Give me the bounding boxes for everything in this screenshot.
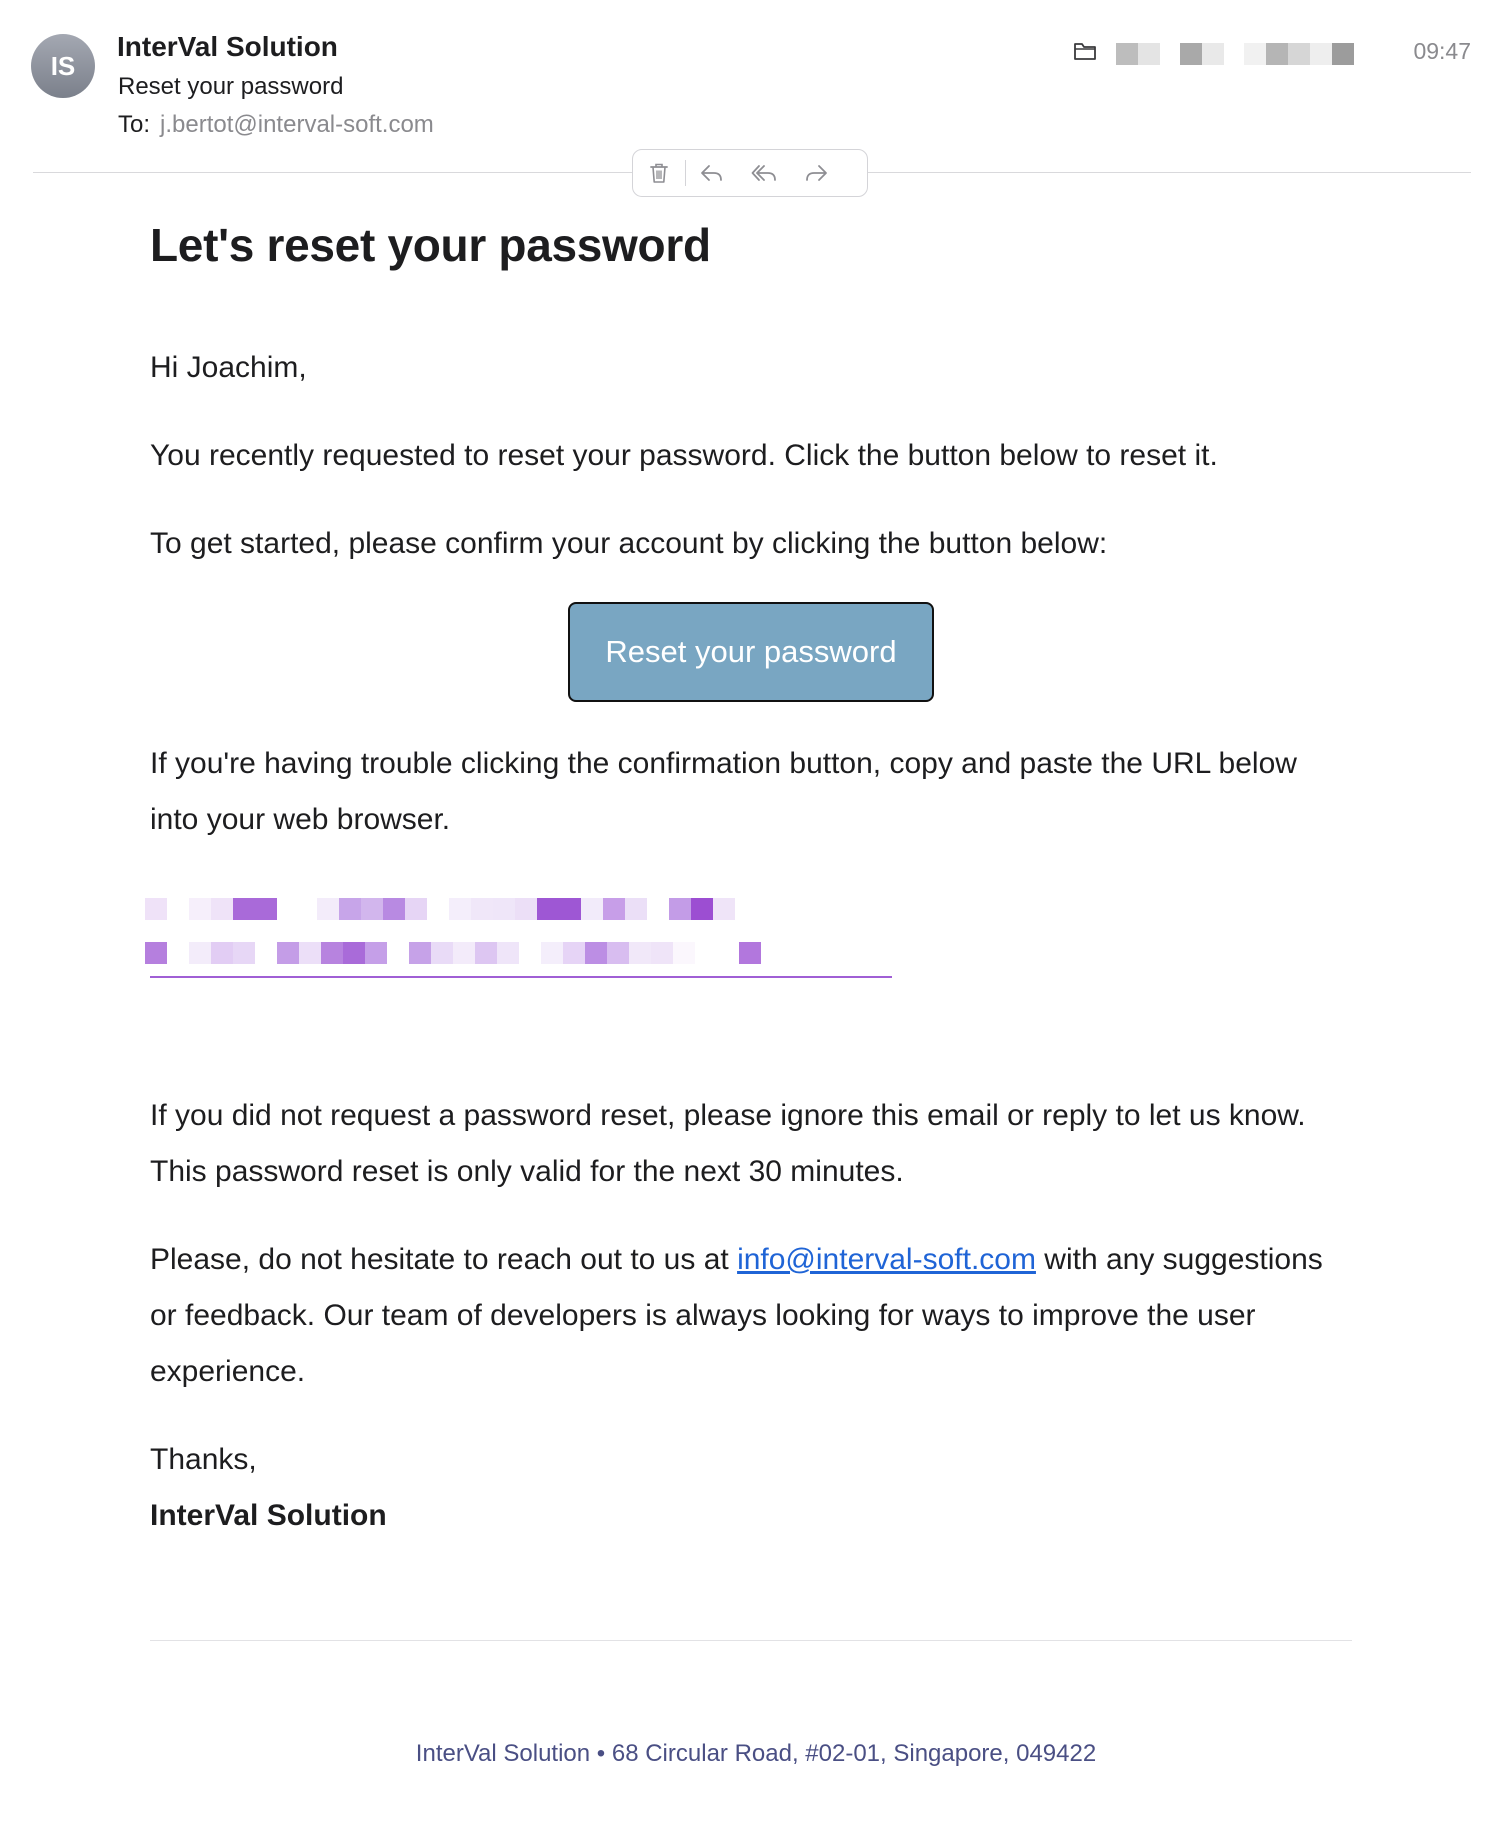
reply-button[interactable] [686,151,738,195]
sender-name: InterVal Solution [117,31,338,62]
body-paragraph-confirm: To get started, please confirm your acco… [150,527,1108,560]
contact-text-before: Please, do not hesitate to reach out to … [150,1243,738,1276]
body-paragraph-request: You recently requested to reset your pas… [150,439,1218,472]
folder-icon[interactable] [1073,40,1097,62]
contact-email-link[interactable]: info@interval-soft.com [737,1243,1036,1276]
redacted-reset-url-link[interactable] [145,898,905,978]
reply-all-icon [751,165,776,181]
body-paragraph-ignore: If you did not request a password reset,… [150,1099,1306,1188]
footer-address: InterVal Solution • 68 Circular Road, #0… [415,1740,1097,1767]
forward-button[interactable] [790,151,842,195]
signature: InterVal Solution [150,1499,387,1532]
reply-all-button[interactable] [738,151,790,195]
reset-password-button[interactable]: Reset your password [568,602,934,702]
body-paragraph-contact: Please, do not hesitate to reach out to … [150,1232,1330,1400]
message-actions-toolbar [632,149,868,197]
email-heading: Let's reset your password [150,219,711,271]
recipient-address[interactable]: j.bertot@interval-soft.com [160,111,434,138]
trash-icon [650,163,668,183]
redacted-mailbox-path [1116,43,1354,65]
body-paragraph-trouble: If you're having trouble clicking the co… [150,747,1297,836]
recipient-row: To: j.bertot@interval-soft.com [118,111,434,139]
reply-icon [701,165,722,181]
footer-divider [150,1640,1352,1641]
received-time: 09:47 [1413,38,1471,64]
url-underline [150,976,892,978]
email-subject: Reset your password [118,73,344,100]
delete-button[interactable] [633,151,685,195]
avatar: IS [31,34,95,98]
to-label: To: [118,111,151,138]
closing-thanks: Thanks, [150,1443,257,1476]
greeting: Hi Joachim, [150,351,307,384]
forward-icon [806,165,827,181]
